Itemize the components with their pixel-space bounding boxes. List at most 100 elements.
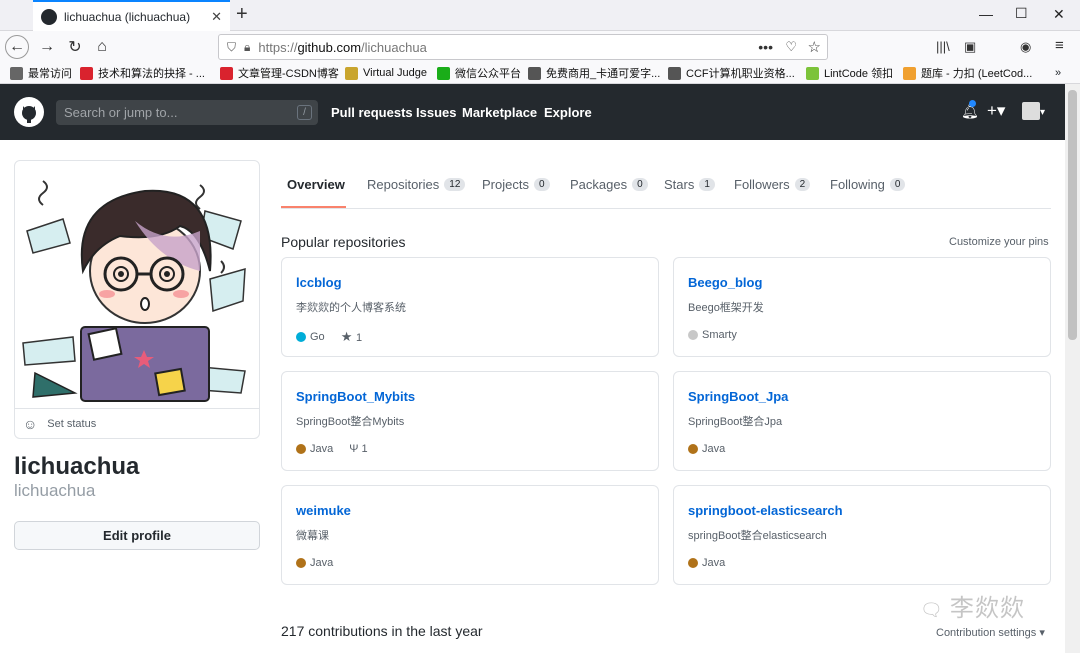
repo-name-link[interactable]: lccblog — [296, 275, 342, 290]
tab-label: Following — [830, 177, 885, 192]
language-color-dot — [688, 444, 698, 454]
bookmarks-overflow-icon[interactable]: » — [1055, 67, 1061, 79]
notifications-bell-icon[interactable]: 🔔︎ — [961, 100, 979, 120]
page-actions-icon[interactable]: ••• — [758, 39, 773, 55]
smiley-icon: ☺ — [23, 415, 38, 432]
repo-forks-link[interactable]: Ψ 1 — [349, 443, 367, 455]
user-avatar-menu[interactable]: ▾ — [1022, 102, 1045, 121]
sidebar-icon[interactable]: ▣ — [964, 39, 976, 55]
repo-card: SpringBoot_Jpa SpringBoot整合Jpa Java — [673, 371, 1051, 471]
nav-pull-requests[interactable]: Pull requests — [331, 105, 413, 120]
repo-meta: Java Ψ 1 — [296, 443, 368, 455]
tab-label: Projects — [482, 177, 529, 192]
customize-pins-link[interactable]: Customize your pins — [949, 236, 1049, 248]
bookmark-favicon-icon — [903, 66, 916, 80]
star-icon: ★ — [340, 329, 356, 344]
home-icon[interactable]: ⌂ — [90, 35, 114, 59]
tab-stars[interactable]: Stars 1 — [664, 177, 715, 192]
tab-packages[interactable]: Packages 0 — [570, 177, 648, 192]
new-tab-icon[interactable]: + — [236, 4, 248, 24]
bookmark-favicon-icon — [220, 66, 233, 80]
repo-description: springBoot整合elasticsearch — [688, 530, 827, 542]
url-bar[interactable]: ⛉ 🔒︎ https://github.com/lichuachua ••• ♡… — [218, 34, 828, 60]
bookmark-item[interactable]: 技术和算法的抉择 - ... — [80, 65, 205, 81]
account-icon[interactable]: ◉ — [1020, 39, 1031, 55]
tab-repositories[interactable]: Repositories 12 — [367, 177, 466, 192]
bookmark-label: 微信公众平台 — [455, 68, 521, 80]
menu-icon[interactable]: ≡ — [1055, 37, 1064, 54]
repo-name-link[interactable]: Beego_blog — [688, 275, 762, 290]
repo-stars-link[interactable]: ★ 1 — [341, 329, 362, 345]
language-color-dot — [296, 558, 306, 568]
reload-icon[interactable]: ↻ — [63, 35, 87, 59]
fork-count: 1 — [361, 443, 368, 455]
page-scrollbar[interactable] — [1065, 84, 1080, 653]
contributions-heading: 217 contributions in the last year — [281, 623, 483, 639]
tab-projects[interactable]: Projects 0 — [482, 177, 550, 192]
maximize-icon[interactable]: ☐ — [1015, 5, 1028, 22]
edit-profile-button[interactable]: Edit profile — [14, 521, 260, 550]
tab-count-badge: 12 — [444, 178, 466, 191]
bookmark-label: 最常访问 — [28, 68, 72, 80]
back-icon[interactable]: ← — [5, 35, 29, 59]
create-new-plus-icon[interactable]: +▾ — [987, 101, 1005, 121]
library-icon[interactable]: |||\ — [936, 39, 950, 54]
tab-label: Overview — [287, 177, 345, 192]
tab-following[interactable]: Following 0 — [830, 177, 906, 192]
bookmark-item[interactable]: LintCode 领扣 — [806, 65, 893, 81]
bookmark-favicon-icon — [10, 66, 23, 80]
repo-language: Go — [310, 331, 325, 343]
nav-issues[interactable]: Issues — [416, 105, 456, 120]
forward-icon[interactable]: → — [35, 35, 59, 59]
close-tab-icon[interactable]: ✕ — [211, 9, 222, 25]
repo-meta: Smarty — [688, 329, 737, 341]
repo-language: Java — [702, 443, 726, 455]
tab-count-badge: 1 — [699, 178, 715, 191]
url-host: github.com — [297, 39, 362, 55]
nav-explore[interactable]: Explore — [544, 105, 592, 120]
bookmark-item[interactable]: 微信公众平台 — [437, 65, 521, 81]
repo-card: springboot-elasticsearch springBoot整合elas… — [673, 485, 1051, 585]
repo-name-link[interactable]: weimuke — [296, 503, 351, 518]
bookmark-item[interactable]: 题库 - 力扣 (LeetCod... — [903, 65, 1032, 81]
tab-label: Repositories — [367, 177, 440, 192]
window-close-icon[interactable]: ✕ — [1053, 6, 1065, 23]
repo-description: Beego框架开发 — [688, 302, 764, 314]
browser-tab-bar: lichuachua (lichuachua) ✕ + — ☐ ✕ — [0, 0, 1080, 31]
bookmark-item[interactable]: 文章管理-CSDN博客 — [220, 65, 339, 81]
tab-followers[interactable]: Followers 2 — [734, 177, 811, 192]
url-protocol: https:// — [258, 39, 298, 55]
repo-name-link[interactable]: SpringBoot_Jpa — [688, 389, 788, 404]
minimize-icon[interactable]: — — [979, 6, 993, 22]
repo-language: Java — [310, 443, 334, 455]
set-status-button[interactable]: ☺ Set status — [15, 408, 259, 438]
popular-repositories-heading: Popular repositories — [281, 234, 406, 250]
repo-name-link[interactable]: SpringBoot_Mybits — [296, 389, 415, 404]
watermark: 🗨︎ 李欻欻 — [920, 588, 1025, 623]
repo-card: weimuke 微幕课 Java — [281, 485, 659, 585]
bookmark-label: 技术和算法的抉择 - ... — [98, 68, 205, 80]
language-color-dot — [688, 558, 698, 568]
shield-icon: ⛉ — [227, 39, 237, 54]
bookmark-item[interactable]: Virtual Judge — [345, 66, 427, 80]
github-logo-icon[interactable] — [14, 97, 44, 127]
search-input[interactable]: Search or jump to... / — [56, 100, 318, 125]
repo-description: 微幕课 — [296, 530, 329, 542]
tab-overview[interactable]: Overview — [287, 177, 345, 192]
nav-marketplace[interactable]: Marketplace — [462, 105, 537, 120]
contribution-settings-dropdown[interactable]: Contribution settings ▾ — [936, 626, 1045, 639]
repo-name-link[interactable]: springboot-elasticsearch — [688, 503, 843, 518]
repo-card: Beego_blog Beego框架开发 Smarty — [673, 257, 1051, 357]
selected-tab-underline — [281, 206, 346, 208]
bookmark-item[interactable]: 最常访问 — [10, 65, 72, 81]
bookmark-label: LintCode 领扣 — [824, 68, 894, 80]
avatar[interactable]: ☺ Set status — [14, 160, 260, 439]
github-header: Search or jump to... / Pull requests Iss… — [0, 84, 1065, 140]
bookmark-item[interactable]: CCF计算机职业资格... — [668, 65, 795, 81]
browser-tab[interactable]: lichuachua (lichuachua) ✕ — [33, 0, 230, 31]
bookmark-star-icon[interactable]: ☆ — [808, 38, 821, 56]
bookmark-item[interactable]: 免费商用_卡通可爱字... — [528, 65, 660, 81]
scrollbar-thumb[interactable] — [1068, 90, 1077, 340]
pocket-icon[interactable]: ♡ — [785, 39, 797, 55]
repo-meta: Java — [688, 557, 725, 569]
